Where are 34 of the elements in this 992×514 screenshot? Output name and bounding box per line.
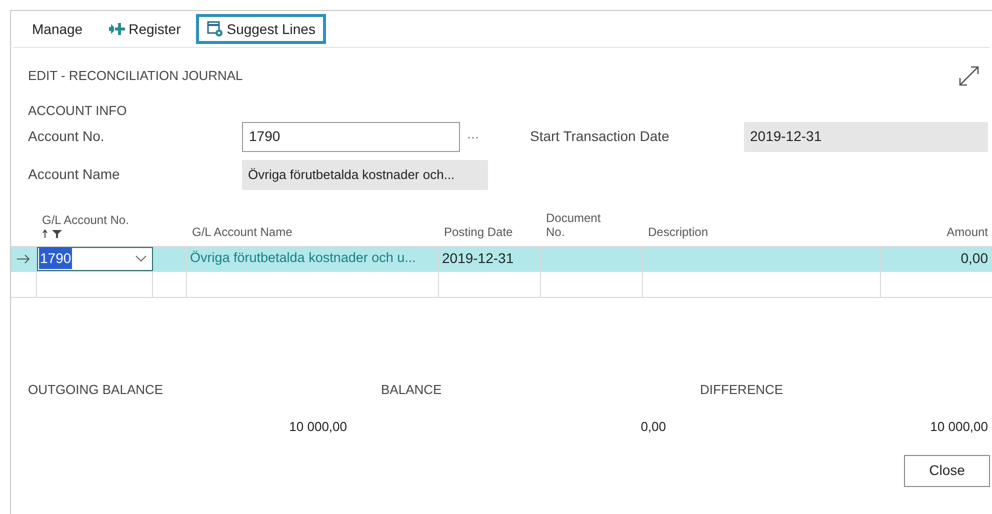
- column-header[interactable]: Document No.: [546, 210, 612, 238]
- column-header[interactable]: G/L Account No.: [42, 212, 148, 226]
- field-label: Start Transaction Date: [530, 127, 670, 146]
- field-label: Account Name: [28, 165, 121, 184]
- account-no-field[interactable]: 1790: [242, 122, 460, 152]
- balance-value: 10 000,00: [930, 418, 988, 436]
- expand-icon[interactable]: [958, 65, 980, 87]
- balance-value: 10 000,00: [289, 418, 347, 436]
- account-name-field: Övriga förutbetalda kostnader och...: [242, 160, 488, 190]
- page-title: EDIT - RECONCILIATION JOURNAL: [28, 67, 243, 86]
- balance-label: DIFFERENCE: [700, 380, 784, 398]
- column-header[interactable]: Amount: [946, 224, 988, 238]
- table-cell-text: 0,00: [960, 249, 988, 268]
- balance-value: 0,00: [640, 418, 666, 436]
- balance-label: OUTGOING BALANCE: [28, 380, 164, 398]
- plus-arrow-icon: [108, 23, 125, 35]
- toolbar-button[interactable]: Suggest Lines: [196, 14, 326, 44]
- close-button[interactable]: Close: [904, 454, 990, 486]
- toolbar-button[interactable]: Manage: [21, 14, 94, 44]
- table-cell-text: 2019-12-31: [442, 249, 514, 268]
- sheet-gear-icon: [206, 21, 223, 37]
- table-cell-text: Övriga förutbetalda kostnader och u...: [190, 249, 416, 268]
- account-no-dropdown[interactable]: 1790: [37, 246, 153, 270]
- toolbar-button[interactable]: Register: [98, 14, 192, 44]
- field-label: Account No.: [28, 127, 106, 146]
- start-date-field: 2019-12-31: [744, 122, 988, 152]
- section-heading: ACCOUNT INFO: [27, 102, 127, 120]
- chevron-down-icon: [135, 254, 147, 262]
- column-header[interactable]: G/L Account Name: [192, 224, 434, 238]
- column-header[interactable]: Posting Date: [444, 224, 536, 238]
- column-header[interactable]: Description: [648, 224, 876, 238]
- table-row[interactable]: 1790 Övriga förutbetalda kostnader och u... 2019-12-31 0,00: [11, 246, 992, 272]
- balance-label: BALANCE: [381, 380, 442, 398]
- lookup-button[interactable]: ···: [467, 128, 530, 146]
